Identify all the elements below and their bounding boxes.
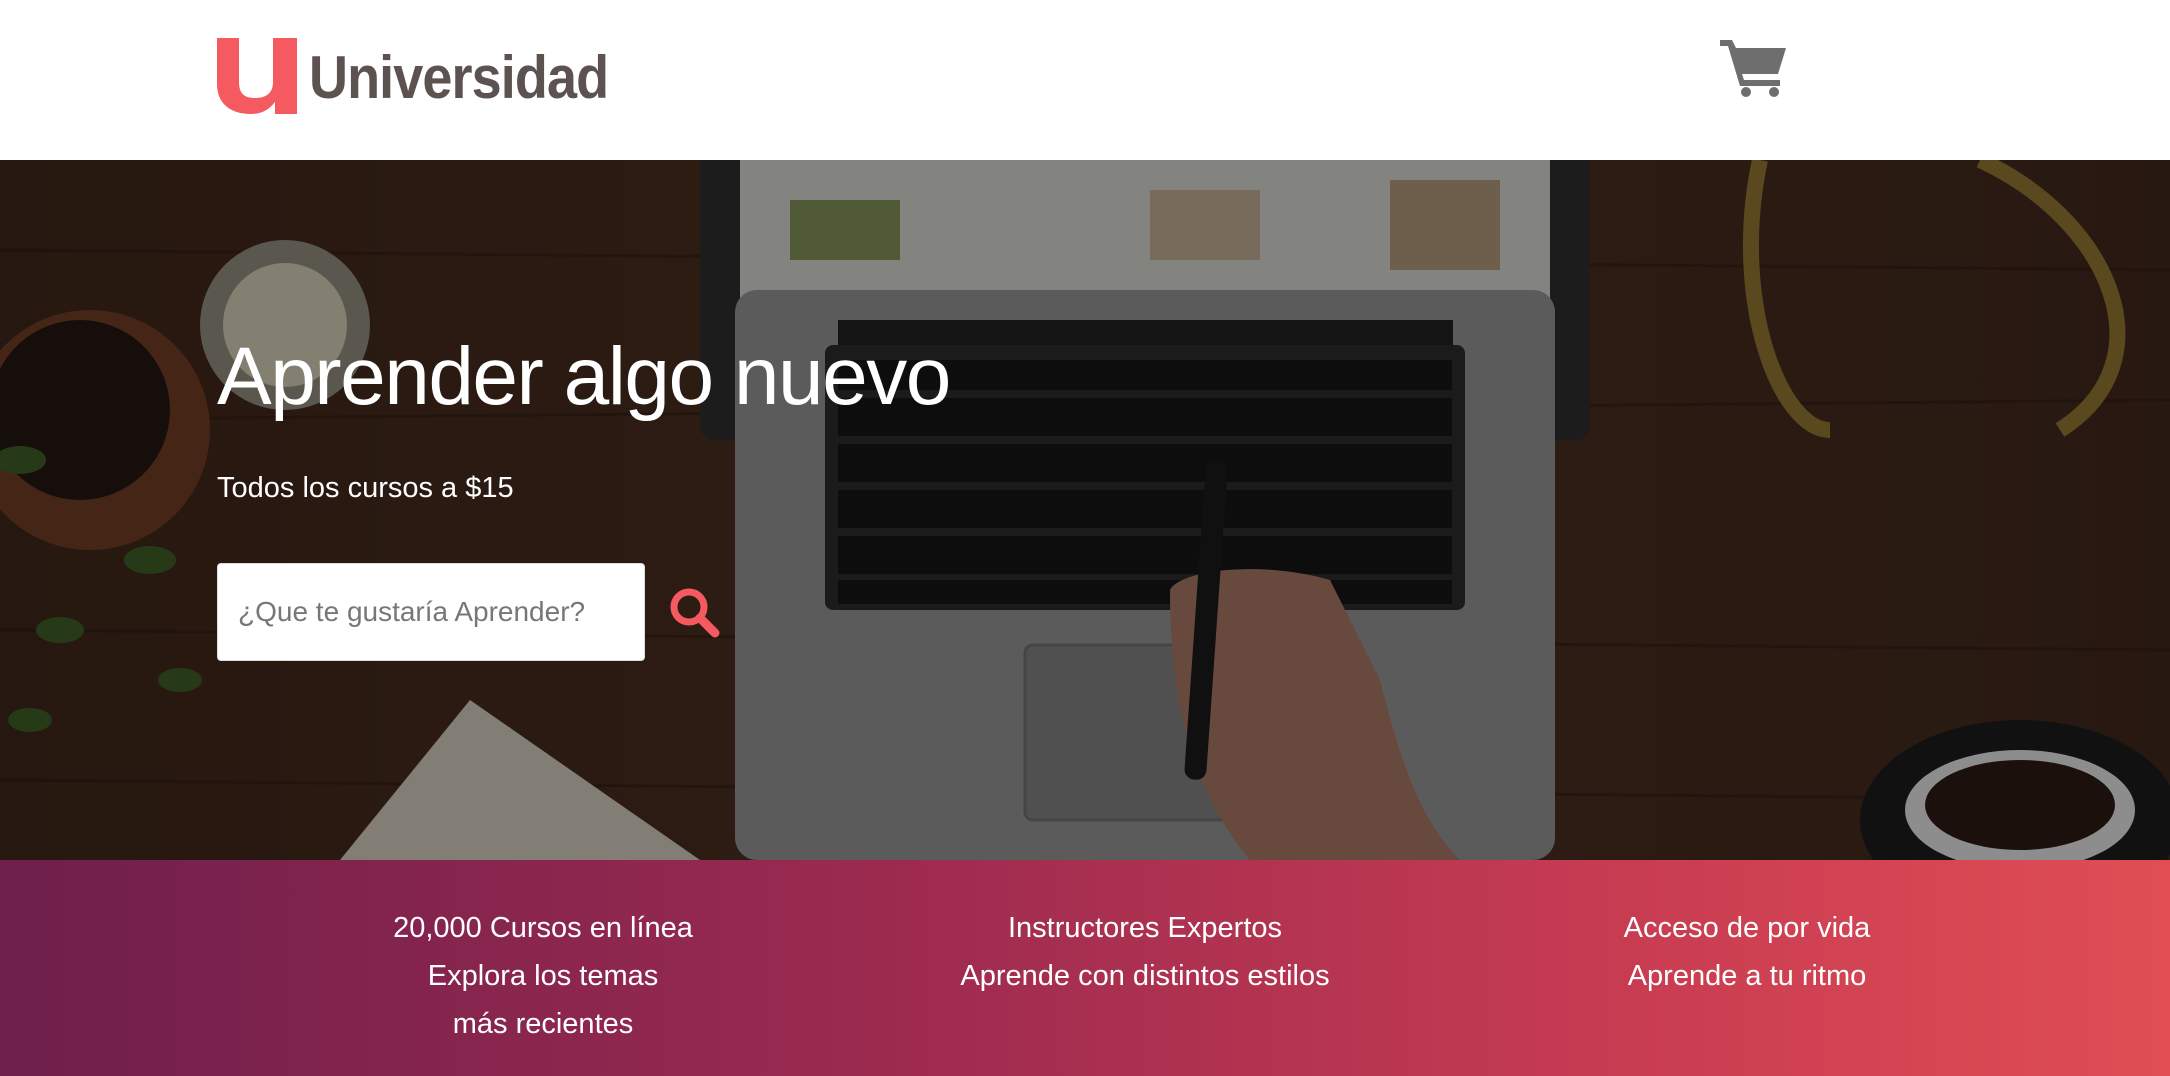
feature-instructors: Instructores Expertos Aprende con distin… [935, 904, 1355, 1000]
feature-title: Instructores Expertos [1008, 912, 1282, 944]
hero-background-image [0, 160, 2170, 860]
feature-access: Acceso de por vida Aprende a tu ritmo [1537, 904, 1957, 1000]
feature-title: 20,000 Cursos en línea [393, 912, 693, 944]
search-icon[interactable] [667, 585, 721, 639]
feature-subtitle: Aprende a tu ritmo [1627, 960, 1867, 992]
feature-subtitle: Aprende con distintos estilos [960, 960, 1330, 992]
logo[interactable]: Universidad [217, 38, 641, 114]
shopping-cart-icon[interactable] [1720, 36, 1790, 98]
feature-title: Acceso de por vida [1623, 912, 1871, 944]
search-input[interactable] [217, 563, 645, 661]
site-header: Universidad [0, 0, 2170, 160]
features-bar: 20,000 Cursos en línea Explora los temas… [0, 860, 2170, 1076]
hero-subtitle: Todos los cursos a $15 [217, 472, 514, 504]
feature-courses: 20,000 Cursos en línea Explora los temas… [333, 904, 753, 1048]
hero-title: Aprender algo nuevo [217, 331, 951, 422]
logo-text: Universidad [309, 44, 609, 111]
feature-subtitle: Explora los temas más recientes [427, 960, 659, 1040]
logo-u-icon [217, 38, 297, 114]
hero-banner: Aprender algo nuevo Todos los cursos a $… [0, 160, 2170, 860]
